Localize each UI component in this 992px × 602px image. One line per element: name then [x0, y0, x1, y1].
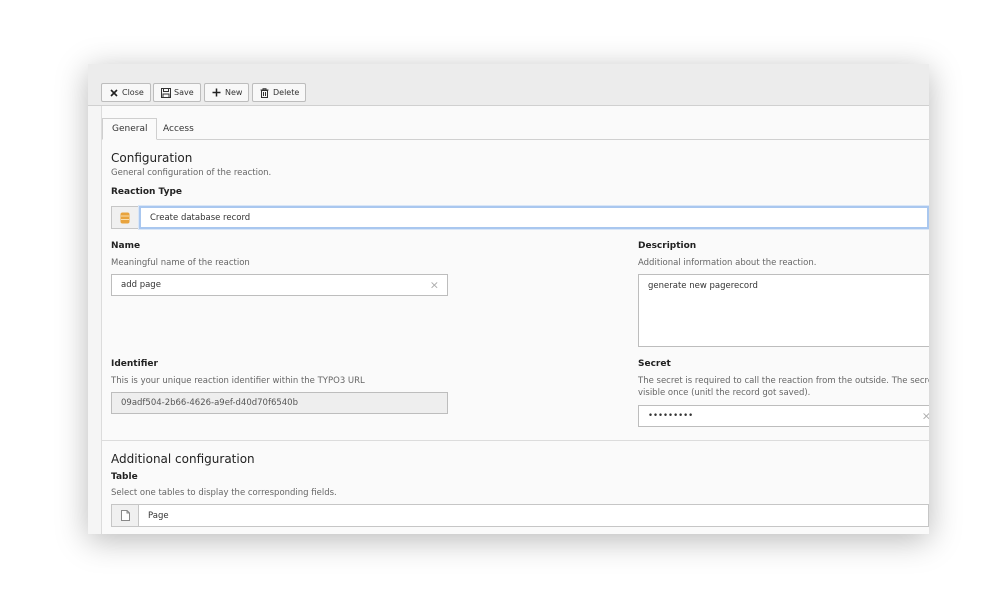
table-value: Page [139, 504, 929, 527]
table-label: Table [111, 472, 138, 482]
form-content: General Access Configuration General con… [101, 106, 929, 534]
configuration-title: Configuration [111, 151, 193, 165]
tab-general[interactable]: General [102, 118, 158, 140]
identifier-value: 09adf504-2b66-4626-a9ef-d40d70f6540b [121, 398, 298, 408]
secret-value: ••••••••• [648, 411, 694, 421]
page-icon [111, 504, 139, 527]
plus-icon [211, 87, 222, 98]
name-input[interactable]: add page × [111, 274, 448, 296]
tab-bar: General Access [102, 118, 929, 140]
identifier-description: This is your unique reaction identifier … [111, 376, 365, 386]
editor-window: Close Save New Delete General Access Con… [88, 64, 929, 534]
save-button[interactable]: Save [153, 83, 201, 102]
section-divider [102, 440, 929, 441]
secret-description-line2: visible once (unitl the record got saved… [638, 388, 811, 398]
reaction-type-value: Create database record [139, 206, 929, 229]
description-textarea[interactable]: generate new pagerecord [638, 274, 929, 347]
delete-button[interactable]: Delete [252, 83, 307, 102]
new-button[interactable]: New [204, 83, 250, 102]
name-label: Name [111, 241, 141, 251]
clear-icon[interactable]: × [430, 279, 439, 292]
identifier-label: Identifier [111, 359, 158, 369]
tab-general-label: General [112, 124, 148, 134]
description-value: generate new pagerecord [648, 281, 758, 291]
delete-label: Delete [273, 88, 300, 97]
database-icon [111, 206, 139, 229]
close-button[interactable]: Close [101, 83, 151, 102]
identifier-input[interactable]: 09adf504-2b66-4626-a9ef-d40d70f6540b [111, 392, 448, 414]
name-value: add page [121, 280, 161, 290]
close-label: Close [122, 88, 144, 97]
description-description: Additional information about the reactio… [638, 258, 817, 268]
toolbar: Close Save New Delete [88, 64, 929, 106]
secret-description-line1: The secret is required to call the react… [638, 376, 929, 386]
name-description: Meaningful name of the reaction [111, 258, 250, 268]
tab-access[interactable]: Access [154, 118, 203, 140]
reaction-type-select[interactable]: Create database record [111, 206, 929, 229]
secret-description: The secret is required to call the react… [638, 375, 929, 399]
clear-icon[interactable]: × [922, 410, 929, 423]
description-label: Description [638, 241, 697, 251]
table-description: Select one tables to display the corresp… [111, 488, 337, 498]
configuration-subtitle: General configuration of the reaction. [111, 168, 272, 178]
additional-title: Additional configuration [111, 452, 255, 466]
save-label: Save [174, 88, 194, 97]
close-icon [108, 87, 119, 98]
table-select[interactable]: Page [111, 504, 929, 527]
reaction-type-label: Reaction Type [111, 187, 183, 197]
new-label: New [225, 88, 243, 97]
save-icon [160, 87, 171, 98]
secret-label: Secret [638, 359, 671, 369]
tab-access-label: Access [163, 124, 194, 134]
trash-icon [259, 87, 270, 98]
secret-input[interactable]: ••••••••• × [638, 405, 929, 427]
